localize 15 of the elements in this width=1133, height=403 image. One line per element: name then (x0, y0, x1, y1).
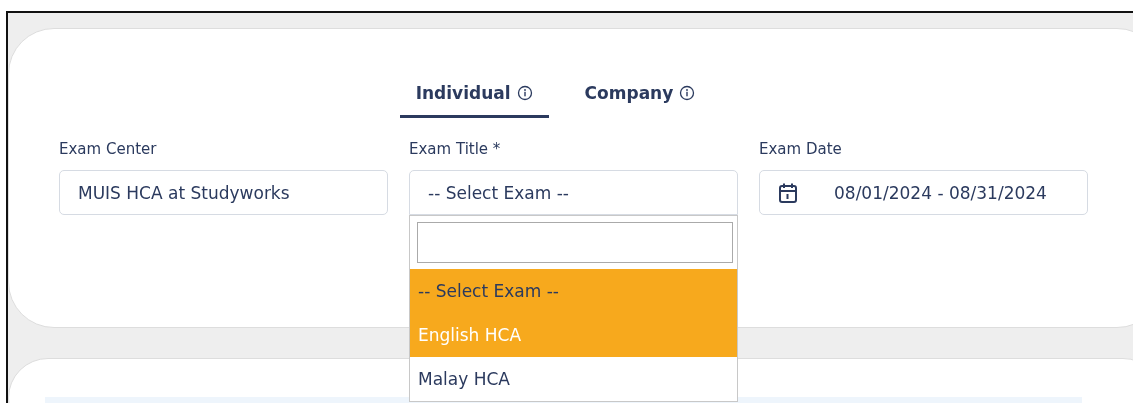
field-label: Exam Title * (409, 140, 502, 158)
dropdown-option[interactable]: -- Select Exam -- (410, 269, 737, 313)
exam-select[interactable]: -- Select Exam -- (409, 170, 738, 215)
field-label: Exam Date (759, 140, 843, 158)
field-label: Exam Center (59, 140, 158, 158)
info-icon (679, 85, 696, 101)
exam-center-field[interactable]: MUIS HCA at Studyworks (59, 170, 388, 215)
tab[interactable]: Individual (399, 77, 549, 118)
tab[interactable]: Company (568, 77, 712, 118)
dropdown-option[interactable]: Malay HCA (410, 357, 737, 401)
calendar-icon (778, 181, 798, 204)
info-icon (516, 85, 533, 101)
date-range: 08/01/2024 - 08/31/2024 (834, 182, 1047, 203)
date-range-field[interactable]: 08/01/2024 - 08/31/2024 (759, 170, 1088, 215)
search-field[interactable] (417, 222, 733, 263)
